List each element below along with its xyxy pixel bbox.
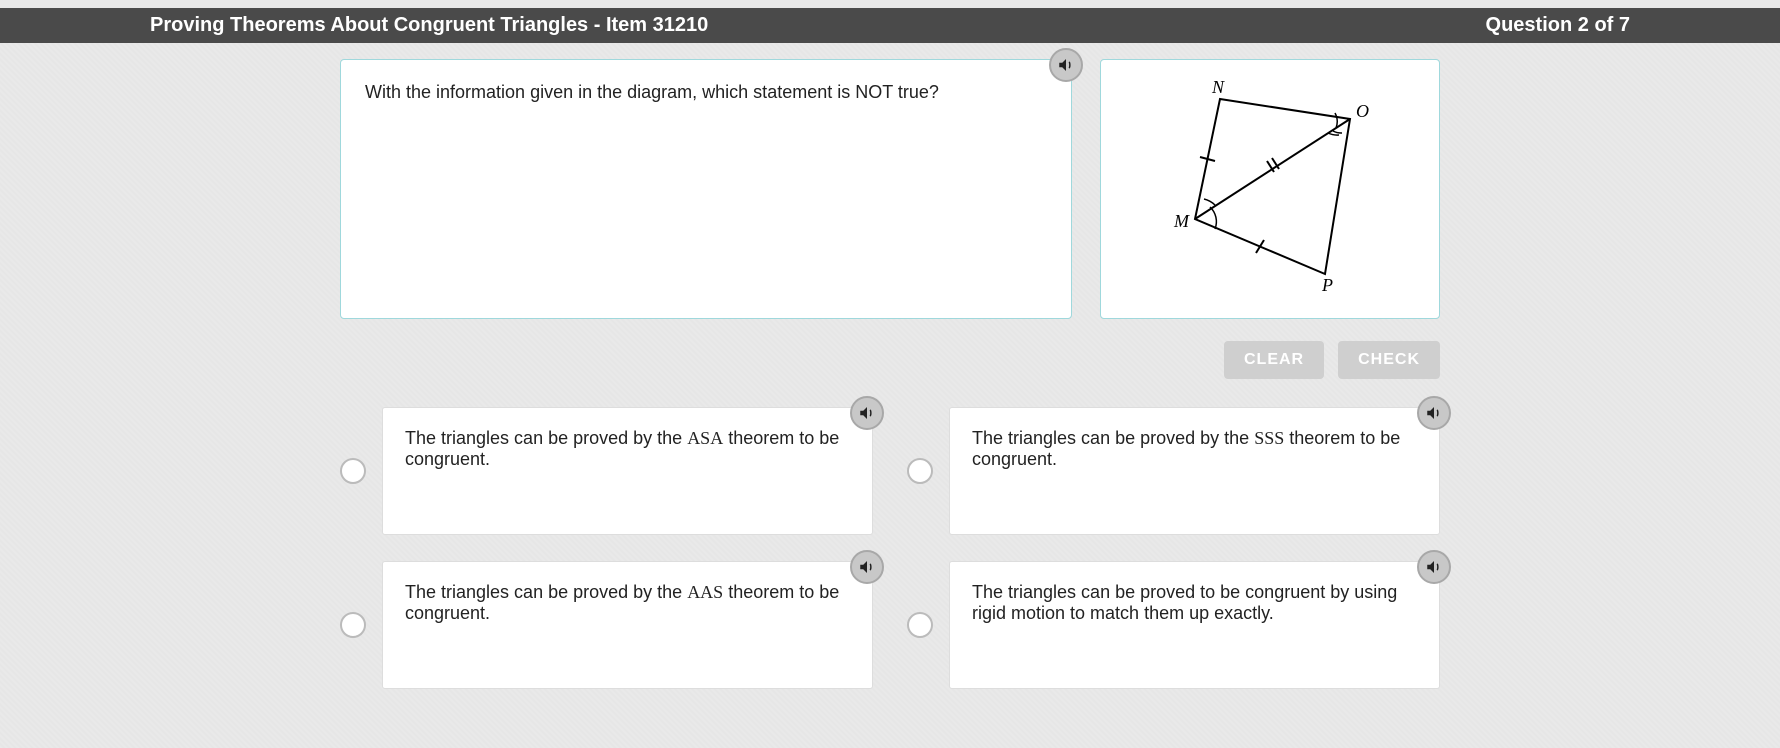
speaker-icon — [1057, 56, 1075, 74]
vertex-M: M — [1173, 211, 1190, 231]
radio-c[interactable] — [340, 612, 366, 638]
speaker-button-a[interactable] — [850, 396, 884, 430]
speaker-icon — [858, 558, 876, 576]
vertex-N: N — [1211, 79, 1225, 97]
answer-grid: The triangles can be proved by the ASA t… — [340, 407, 1440, 689]
answer-option-b: The triangles can be proved by the SSS t… — [907, 407, 1440, 535]
answer-card-d[interactable]: The triangles can be proved to be congru… — [949, 561, 1440, 689]
triangle-diagram: N O M P — [1160, 79, 1380, 299]
radio-a[interactable] — [340, 458, 366, 484]
vertex-O: O — [1356, 101, 1369, 121]
speaker-button-d[interactable] — [1417, 550, 1451, 584]
answer-text: The triangles can be proved to be congru… — [972, 582, 1397, 623]
answer-option-d: The triangles can be proved to be congru… — [907, 561, 1440, 689]
speaker-button-c[interactable] — [850, 550, 884, 584]
header-bar: Proving Theorems About Congruent Triangl… — [0, 0, 1780, 43]
answer-text: The triangles can be proved by the ASA t… — [405, 428, 839, 469]
clear-button[interactable]: CLEAR — [1224, 341, 1324, 379]
answer-card-a[interactable]: The triangles can be proved by the ASA t… — [382, 407, 873, 535]
radio-d[interactable] — [907, 612, 933, 638]
answer-text: The triangles can be proved by the SSS t… — [972, 428, 1400, 469]
speaker-button-question[interactable] — [1049, 48, 1083, 82]
question-progress: Question 2 of 7 — [1486, 14, 1630, 37]
speaker-icon — [1425, 558, 1443, 576]
question-card: With the information given in the diagra… — [340, 59, 1072, 319]
speaker-button-b[interactable] — [1417, 396, 1451, 430]
question-text: With the information given in the diagra… — [365, 82, 939, 102]
answer-option-a: The triangles can be proved by the ASA t… — [340, 407, 873, 535]
answer-option-c: The triangles can be proved by the AAS t… — [340, 561, 873, 689]
speaker-icon — [1425, 404, 1443, 422]
radio-b[interactable] — [907, 458, 933, 484]
check-button[interactable]: CHECK — [1338, 341, 1440, 379]
answer-text: The triangles can be proved by the AAS t… — [405, 582, 839, 623]
action-buttons: CLEAR CHECK — [340, 341, 1440, 379]
page-title: Proving Theorems About Congruent Triangl… — [150, 14, 708, 37]
answer-card-b[interactable]: The triangles can be proved by the SSS t… — [949, 407, 1440, 535]
speaker-icon — [858, 404, 876, 422]
answer-card-c[interactable]: The triangles can be proved by the AAS t… — [382, 561, 873, 689]
vertex-P: P — [1321, 275, 1333, 295]
diagram-card: N O M P — [1100, 59, 1440, 319]
